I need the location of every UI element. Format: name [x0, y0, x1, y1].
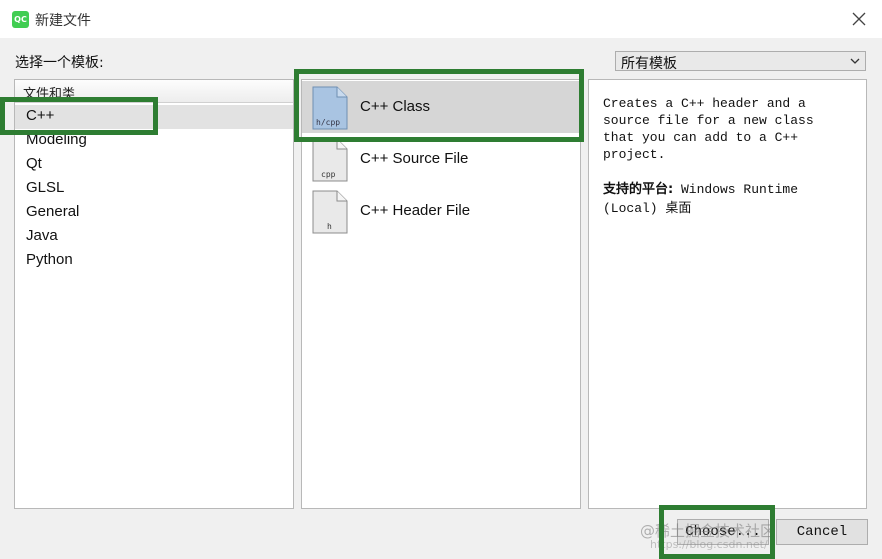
watermark-url: https://blog.csdn.net/ [650, 538, 768, 551]
svg-text:cpp: cpp [321, 170, 336, 179]
category-label: General [26, 203, 80, 220]
cancel-button[interactable]: Cancel [776, 519, 868, 545]
category-item-modeling[interactable]: Modeling [15, 129, 293, 153]
choose-template-label: 选择一个模板: [15, 55, 104, 71]
template-item-cpp-source-file[interactable]: cpp C++ Source File [302, 133, 580, 185]
cpp-class-file-icon: h/cpp [312, 86, 348, 130]
template-description-panel: Creates a C++ header and a source file f… [588, 79, 867, 509]
template-list[interactable]: h/cpp C++ Class cpp C++ Source File h C+… [301, 79, 581, 509]
category-group-label: 文件和类 [23, 87, 76, 102]
template-item-cpp-class[interactable]: h/cpp C++ Class [302, 81, 580, 133]
category-item-glsl[interactable]: GLSL [15, 177, 293, 201]
category-label: GLSL [26, 179, 65, 196]
category-list[interactable]: 文件和类 C++ Modeling Qt GLSL General Java P… [14, 79, 294, 509]
template-item-cpp-header-file[interactable]: h C++ Header File [302, 185, 580, 237]
supported-platforms: 支持的平台: Windows Runtime (Local) 桌面 [603, 180, 858, 218]
category-item-general[interactable]: General [15, 201, 293, 225]
supported-platforms-label: 支持的平台: [603, 182, 674, 197]
title-bar: QC 新建文件 [0, 0, 882, 38]
category-item-java[interactable]: Java [15, 225, 293, 249]
qt-creator-app-icon: QC [12, 11, 29, 28]
template-description-text: Creates a C++ header and a source file f… [603, 96, 814, 162]
template-label: C++ Source File [360, 150, 469, 167]
close-icon [852, 12, 866, 26]
category-item-cpp[interactable]: C++ [15, 105, 293, 129]
category-item-python[interactable]: Python [15, 249, 293, 273]
close-button[interactable] [846, 6, 872, 32]
template-label: C++ Header File [360, 202, 471, 219]
category-label: Modeling [26, 131, 87, 148]
category-label: Python [26, 251, 73, 268]
category-label: Java [26, 227, 58, 244]
category-group-header[interactable]: 文件和类 [15, 80, 293, 103]
svg-text:h/cpp: h/cpp [316, 118, 340, 127]
category-label: Qt [26, 155, 42, 172]
template-filter-select[interactable]: 所有模板 [615, 51, 866, 72]
svg-text:h: h [327, 222, 332, 231]
chevron-down-icon [850, 58, 860, 64]
category-label: C++ [26, 107, 55, 124]
template-label: C++ Class [360, 98, 431, 115]
window-title: 新建文件 [35, 13, 91, 29]
template-filter-value: 所有模板 [621, 56, 677, 72]
category-item-qt[interactable]: Qt [15, 153, 293, 177]
cpp-source-file-icon: cpp [312, 138, 348, 182]
cpp-header-file-icon: h [312, 190, 348, 234]
